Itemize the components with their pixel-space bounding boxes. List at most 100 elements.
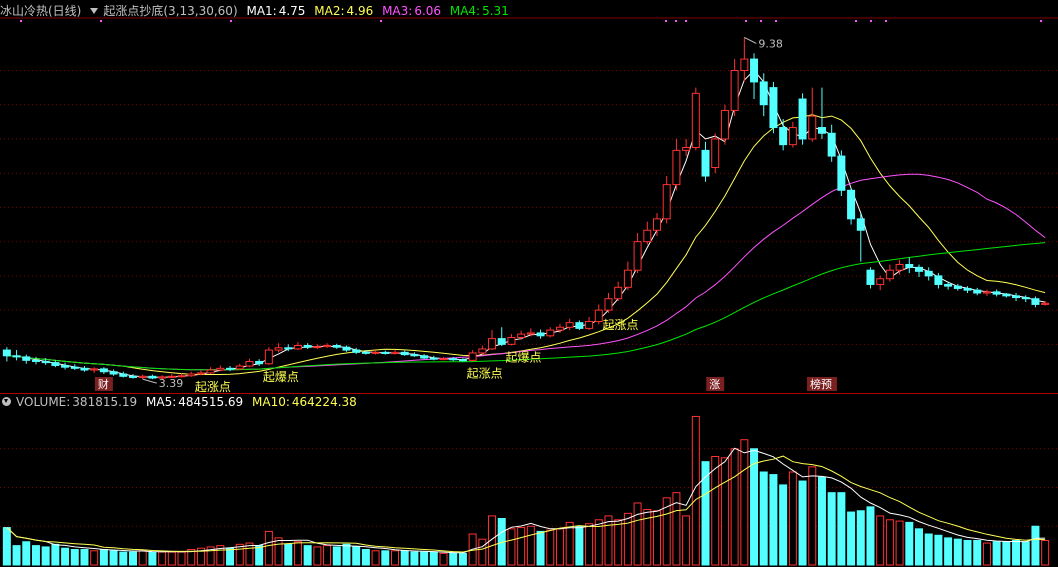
candle-up [478, 348, 487, 354]
volume-bar-up [982, 542, 991, 566]
volume-bar-down [866, 506, 875, 566]
volume-bar-down [119, 551, 128, 566]
candlestick-chart[interactable]: 9.383.39 起涨点起爆点 起涨点起爆点起涨点财涨榜预 [0, 0, 1058, 567]
volume-bar-up [167, 551, 176, 566]
candle-up [633, 241, 642, 271]
candle-down [701, 149, 710, 177]
candle-up [546, 329, 555, 337]
dropdown-arrow-icon[interactable] [90, 8, 99, 14]
candle-down [381, 351, 390, 354]
candle-down [992, 291, 1001, 295]
candle-up [720, 109, 729, 140]
signal-dot [230, 20, 232, 22]
vol-ma5-value: 484515.69 [178, 395, 244, 409]
indicator-name-main: 冰山冷热(日线) [0, 4, 82, 18]
volume-bar-down [22, 541, 31, 566]
signal-dot [745, 20, 747, 22]
volume-bar-up [526, 525, 535, 566]
ma2-label: MA2: [314, 4, 345, 18]
candle-down [827, 132, 836, 157]
candle-up [594, 309, 603, 323]
candle-down [759, 81, 768, 106]
candle-down [963, 287, 972, 291]
candle-up [264, 349, 273, 365]
volume-bar-up [507, 528, 516, 566]
collapse-circle-icon[interactable] [2, 397, 11, 406]
ma2-value: 4.96 [346, 4, 374, 18]
candle-down [61, 364, 70, 368]
volume-bar-down [905, 521, 914, 566]
volume-bar-down [61, 547, 70, 566]
volume-bar-up [730, 448, 739, 566]
candle-down [779, 127, 788, 146]
signal-dot [100, 20, 102, 22]
candle-down [536, 332, 545, 337]
candle-up [216, 367, 225, 371]
candle-up [682, 147, 691, 151]
candle-up [323, 344, 332, 348]
high-marker-line [744, 36, 757, 44]
candle-up [517, 333, 526, 339]
volume-bar-up [1041, 539, 1050, 566]
candle-down [342, 346, 351, 351]
high-price-label: 9.38 [758, 37, 783, 50]
candle-down [109, 371, 118, 375]
volume-bar-up [391, 550, 399, 566]
candle-up [526, 332, 535, 335]
volume-bar-down [458, 552, 467, 566]
candle-down [866, 269, 875, 285]
candle-down [1002, 293, 1011, 297]
candle-down [429, 357, 438, 360]
candle-up [439, 358, 448, 361]
volume-bar-up [711, 456, 720, 566]
volume-bar-down [70, 549, 79, 566]
candle-down [856, 218, 865, 231]
candle-down [51, 362, 60, 366]
volume-bar-down [361, 549, 370, 566]
candle-down [99, 368, 108, 373]
volume-bar-down [420, 551, 429, 566]
volume-panel-header: VOLUME: 381815.19 MA5: 484515.69 MA10: 4642… [0, 393, 362, 411]
signal-dot [775, 20, 777, 22]
candle-up [740, 58, 749, 71]
volume-bar-up [138, 550, 147, 566]
candle-down [2, 349, 11, 357]
vol-ma10-label: MA10: [252, 395, 290, 409]
volume-bar-down [536, 530, 545, 566]
candle-up [313, 346, 322, 349]
candle-down [352, 349, 361, 353]
candle-up [245, 360, 254, 367]
signal-label: 起涨点 [602, 317, 638, 332]
ma4-value: 5.31 [482, 4, 509, 18]
vol-ma10-value: 464224.38 [291, 395, 357, 409]
volume-bar-down [284, 543, 293, 566]
ma3-value: 6.06 [414, 4, 442, 18]
candle-up [293, 344, 302, 350]
volume-bar-up [604, 515, 613, 566]
volume-bar-up [788, 471, 797, 566]
candle-up [1041, 302, 1050, 305]
candle-down [41, 360, 50, 364]
candle-up [391, 351, 399, 354]
signal-dot [760, 20, 762, 22]
candle-up [788, 127, 797, 146]
volume-bar-down [226, 547, 235, 566]
volume-bar-down [759, 471, 768, 566]
candle-up [468, 352, 477, 361]
candle-down [458, 359, 467, 362]
volume-bar-down [332, 546, 341, 566]
signal-dot [675, 20, 677, 22]
candle-down [1031, 298, 1040, 305]
candle-down [449, 358, 458, 361]
volume-value: 381815.19 [72, 395, 138, 409]
volume-bar-down [381, 550, 390, 566]
volume-bar-down [41, 546, 50, 566]
volume-bar-down [410, 551, 419, 566]
candle-down [119, 373, 128, 377]
volume-bar-down [944, 537, 953, 566]
volume-bar-down [12, 545, 21, 566]
volume-bar-down [973, 539, 982, 566]
volume-bar-down [255, 545, 264, 566]
candle-down [1021, 297, 1030, 300]
candle-down [837, 155, 846, 191]
